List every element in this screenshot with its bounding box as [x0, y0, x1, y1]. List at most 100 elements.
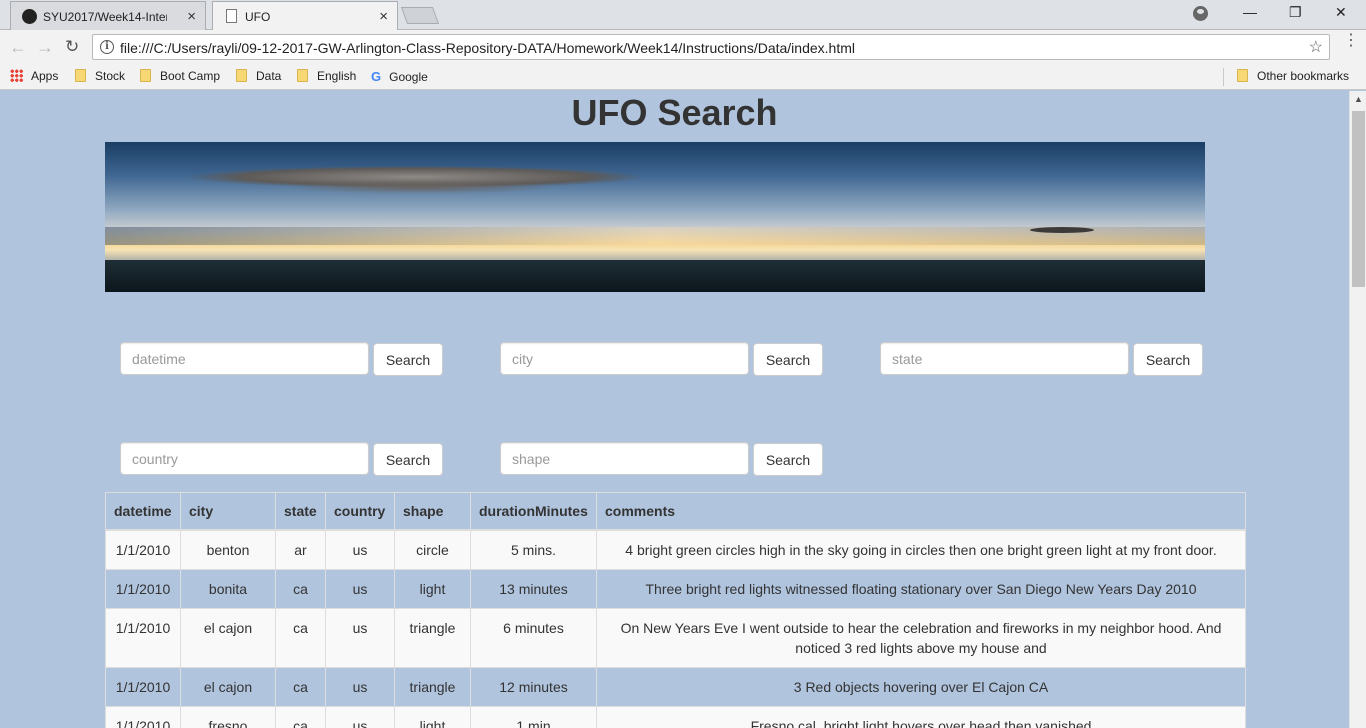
table-row: 1/1/2010 bonita ca us light 13 minutes T… [105, 568, 1246, 609]
col-header-comments: comments [596, 492, 1246, 531]
cell-datetime: 1/1/2010 [105, 607, 181, 668]
cell-city: el cajon [180, 666, 276, 707]
bookmark-other[interactable]: Other bookmarks [1237, 69, 1349, 83]
cell-country: us [325, 568, 395, 609]
cell-shape: triangle [394, 607, 471, 668]
page-viewport: UFO Search Search Search Search Search S… [0, 91, 1349, 728]
ground-silhouette [105, 260, 1205, 292]
ufo-banner-image [105, 142, 1205, 292]
folder-icon [236, 69, 247, 82]
col-header-shape: shape [394, 492, 471, 531]
country-search-button[interactable]: Search [373, 443, 443, 476]
folder-icon [1237, 69, 1248, 82]
cell-comments: 3 Red objects hovering over El Cajon CA [596, 666, 1246, 707]
country-input[interactable] [120, 442, 369, 475]
back-arrow-icon[interactable]: ← [9, 37, 27, 58]
city-input[interactable] [500, 342, 749, 375]
cell-country: us [325, 607, 395, 668]
folder-icon [297, 69, 308, 82]
table-row: 1/1/2010 fresno ca us light 1 min Fresno… [105, 705, 1246, 728]
cell-state: ca [275, 666, 326, 707]
cell-shape: light [394, 705, 471, 728]
scroll-thumb[interactable] [1352, 111, 1365, 287]
cell-shape: light [394, 568, 471, 609]
bookmark-stock[interactable]: Stock [75, 69, 125, 83]
ufo-table-container: datetime city state country shape durati… [105, 492, 1246, 728]
cell-duration: 1 min [470, 705, 597, 728]
cell-duration: 13 minutes [470, 568, 597, 609]
col-header-city: city [180, 492, 276, 531]
restore-button[interactable]: ❐ [1289, 4, 1302, 21]
tab-title: UFO [245, 10, 271, 24]
cell-datetime: 1/1/2010 [105, 705, 181, 728]
forward-arrow-icon[interactable]: → [36, 37, 54, 58]
col-header-duration: durationMinutes [470, 492, 597, 531]
cell-comments: Fresno cal. bright light hovers over hea… [596, 705, 1246, 728]
github-icon [22, 9, 37, 24]
cell-city: benton [180, 529, 276, 570]
page-title: UFO Search [571, 92, 778, 133]
folder-icon [75, 69, 86, 82]
tab-strip: SYU2017/Week14-Intera × UFO × — ❐ ✕ [0, 0, 1366, 31]
bookmark-star-icon[interactable]: ☆ [1309, 37, 1323, 57]
shape-input[interactable] [500, 442, 749, 475]
cell-state: ca [275, 607, 326, 668]
cell-comments: On New Years Eve I went outside to hear … [596, 607, 1246, 668]
cell-state: ca [275, 705, 326, 728]
page-scrollbar[interactable]: ▲ [1349, 91, 1366, 728]
cell-country: us [325, 705, 395, 728]
tab-close-icon[interactable]: × [379, 8, 388, 25]
bookmarks-divider [1223, 68, 1224, 86]
ufo-table: datetime city state country shape durati… [105, 492, 1246, 728]
new-tab-button[interactable] [400, 7, 440, 24]
google-icon: G [371, 69, 382, 84]
info-icon[interactable]: i [100, 40, 114, 54]
address-bar[interactable]: i file:///C:/Users/rayli/09-12-2017-GW-A… [92, 34, 1330, 60]
cell-state: ca [275, 568, 326, 609]
cell-comments: Three bright red lights witnessed floati… [596, 568, 1246, 609]
cell-shape: triangle [394, 666, 471, 707]
shape-search-button[interactable]: Search [753, 443, 823, 476]
datetime-input[interactable] [120, 342, 369, 375]
state-search-button[interactable]: Search [1133, 343, 1203, 376]
cell-duration: 6 minutes [470, 607, 597, 668]
cell-state: ar [275, 529, 326, 570]
bookmark-data[interactable]: Data [236, 69, 281, 83]
tab-close-icon[interactable]: × [187, 8, 196, 25]
window-close-button[interactable]: ✕ [1335, 4, 1347, 21]
cell-country: us [325, 666, 395, 707]
tab-title: SYU2017/Week14-Intera [43, 10, 167, 24]
cell-duration: 5 mins. [470, 529, 597, 570]
folder-icon [140, 69, 151, 82]
cell-datetime: 1/1/2010 [105, 568, 181, 609]
table-row: 1/1/2010 benton ar us circle 5 mins. 4 b… [105, 529, 1246, 570]
datetime-search-button[interactable]: Search [373, 343, 443, 376]
bookmark-english[interactable]: English [297, 69, 356, 83]
cell-country: us [325, 529, 395, 570]
ufo-small-shape [1030, 227, 1094, 233]
tab-ufo[interactable]: UFO × [212, 1, 398, 31]
cell-duration: 12 minutes [470, 666, 597, 707]
cell-datetime: 1/1/2010 [105, 666, 181, 707]
cell-city: bonita [180, 568, 276, 609]
tab-github[interactable]: SYU2017/Week14-Intera × [10, 1, 206, 30]
account-icon[interactable] [1193, 6, 1208, 21]
col-header-datetime: datetime [105, 492, 181, 531]
url-text[interactable]: file:///C:/Users/rayli/09-12-2017-GW-Arl… [120, 40, 855, 56]
col-header-country: country [325, 492, 395, 531]
state-input[interactable] [880, 342, 1129, 375]
city-search-button[interactable]: Search [753, 343, 823, 376]
col-header-state: state [275, 492, 326, 531]
bookmark-google[interactable]: G Google [371, 69, 428, 84]
cell-city: fresno [180, 705, 276, 728]
apps-grid-icon [10, 69, 23, 82]
bookmark-apps[interactable]: Apps [10, 69, 58, 83]
scroll-up-arrow-icon[interactable]: ▲ [1354, 94, 1363, 104]
reload-icon[interactable]: ↻ [65, 37, 79, 57]
minimize-button[interactable]: — [1243, 4, 1257, 20]
bookmark-boot-camp[interactable]: Boot Camp [140, 69, 220, 83]
table-row: 1/1/2010 el cajon ca us triangle 6 minut… [105, 607, 1246, 668]
menu-icon[interactable]: ⋮ [1343, 33, 1359, 49]
cell-datetime: 1/1/2010 [105, 529, 181, 570]
table-header-row: datetime city state country shape durati… [105, 492, 1246, 531]
